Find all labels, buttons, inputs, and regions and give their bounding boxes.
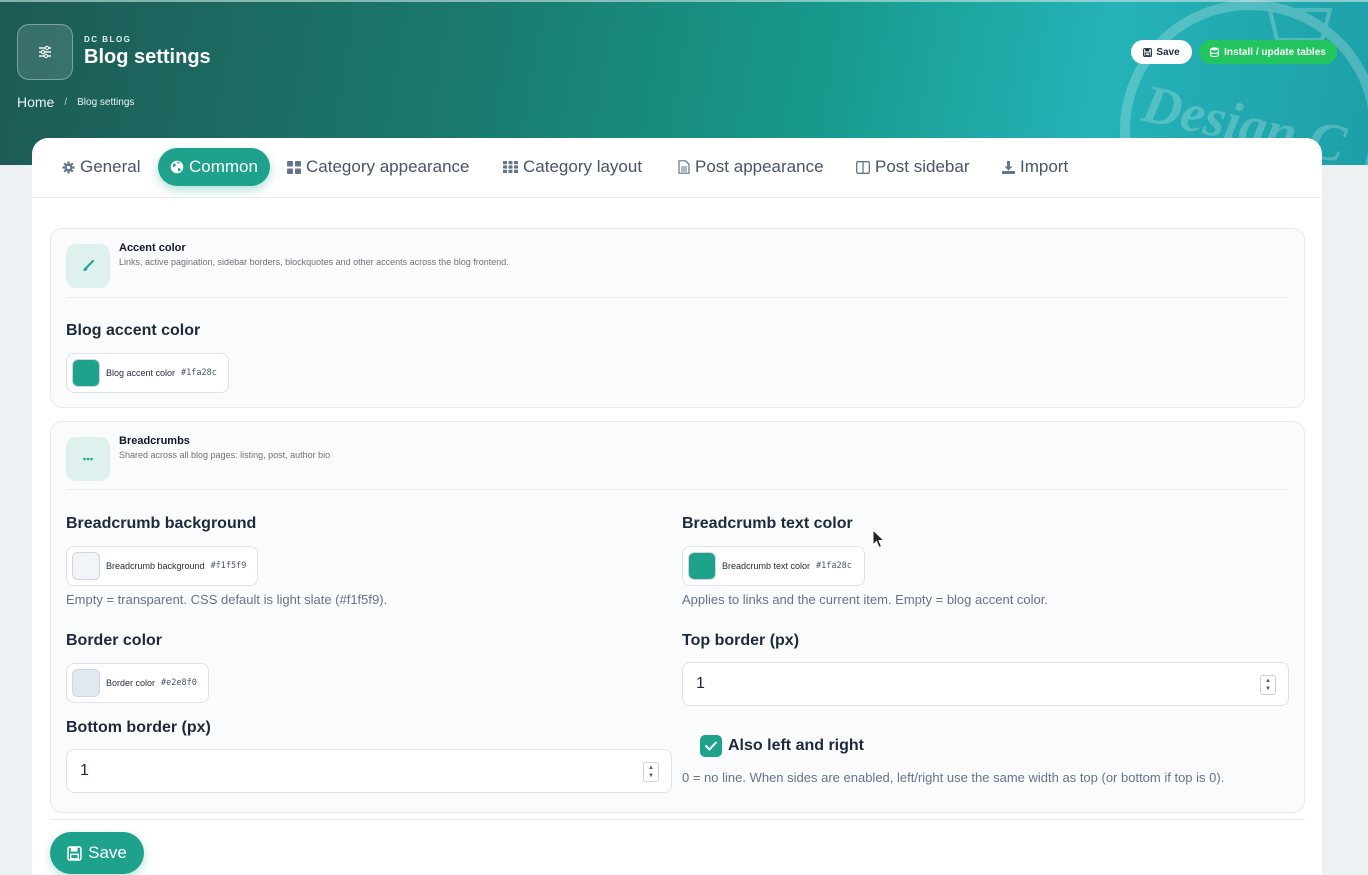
breadcrumb-background-picker[interactable]: Breadcrumb background #f1f5f9 xyxy=(66,546,258,586)
sides-help: 0 = no line. When sides are enabled, lef… xyxy=(682,770,1225,785)
also-left-right-toggle[interactable]: Also left and right xyxy=(700,735,864,757)
border-color-name: Border color xyxy=(106,678,156,688)
bottom-border-value: 1 xyxy=(80,762,89,779)
tab-post-sidebar-label: Post sidebar xyxy=(875,157,970,176)
breadcrumb: Home / Blog settings xyxy=(17,94,134,110)
globe-icon xyxy=(170,160,184,174)
blog-accent-color-swatch[interactable] xyxy=(72,359,100,387)
floppy-disk-icon xyxy=(1143,47,1153,57)
tab-category-appearance[interactable]: Category appearance xyxy=(287,148,470,186)
settings-tabs: General Common Category appearance Categ… xyxy=(32,138,1322,198)
border-color-label: Border color xyxy=(66,632,163,649)
top-border-input[interactable]: 1 ▲ ▼ xyxy=(682,662,1289,706)
save-button-label: Save xyxy=(88,843,127,862)
breadcrumbs-section-divider xyxy=(66,489,1289,490)
also-left-right-checkbox[interactable] xyxy=(700,735,722,757)
mouse-cursor-icon xyxy=(872,529,886,549)
accent-section-description: Links, active pagination, sidebar border… xyxy=(119,257,509,267)
breadcrumb-text-color-picker[interactable]: Breadcrumb text color #1fa28c xyxy=(682,546,865,586)
tab-general-label: General xyxy=(80,157,141,176)
paintbrush-icon xyxy=(83,260,94,271)
blog-accent-color-picker[interactable]: Blog accent color #1fa28c xyxy=(66,353,229,393)
breadcrumb-background-hex: #f1f5f9 xyxy=(210,561,247,571)
breadcrumb-home-link[interactable]: Home xyxy=(17,94,54,110)
document-icon xyxy=(678,160,690,174)
tab-post-appearance-label: Post appearance xyxy=(695,157,824,176)
sliders-icon xyxy=(39,45,51,59)
top-border-label: Top border (px) xyxy=(682,632,800,649)
download-icon xyxy=(1002,160,1015,174)
tab-general[interactable]: General xyxy=(62,148,140,186)
tab-post-sidebar[interactable]: Post sidebar xyxy=(856,148,970,186)
tab-post-appearance[interactable]: Post appearance xyxy=(678,148,824,186)
breadcrumbs-section-title: Breadcrumbs xyxy=(119,435,190,447)
breadcrumb-text-color-help: Applies to links and the current item. E… xyxy=(682,592,1048,607)
columns-icon xyxy=(856,160,870,174)
tab-category-appearance-label: Category appearance xyxy=(306,157,470,176)
breadcrumb-background-swatch[interactable] xyxy=(72,552,100,580)
install-update-tables-button[interactable]: Install / update tables xyxy=(1199,40,1337,64)
breadcrumb-background-name: Breadcrumb background xyxy=(106,561,205,571)
tab-import-label: Import xyxy=(1020,157,1069,176)
grid-3x3-icon xyxy=(503,161,518,173)
blog-accent-color-hex: #1fa28c xyxy=(181,368,217,378)
gear-icon xyxy=(62,160,75,174)
tab-import[interactable]: Import xyxy=(1002,148,1068,186)
breadcrumb-text-color-name: Breadcrumb text color xyxy=(722,561,811,571)
app-icon-tile xyxy=(17,24,73,80)
app-kicker: DC BLOG xyxy=(84,35,132,44)
save-button[interactable]: Save xyxy=(50,832,144,874)
border-color-picker[interactable]: Border color #e2e8f0 xyxy=(66,663,209,703)
blog-accent-color-name: Blog accent color xyxy=(106,368,176,378)
bottom-border-input[interactable]: 1 ▲ ▼ xyxy=(66,749,672,793)
ellipsis-icon xyxy=(83,457,93,461)
blog-accent-color-label: Blog accent color xyxy=(66,322,201,339)
breadcrumbs-section: Breadcrumbs Shared across all blog pages… xyxy=(50,421,1305,813)
also-left-right-label: Also left and right xyxy=(728,737,864,754)
breadcrumb-background-label: Breadcrumb background xyxy=(66,515,257,532)
settings-card: General Common Category appearance Categ… xyxy=(32,138,1322,875)
bottom-border-label: Bottom border (px) xyxy=(66,719,211,736)
border-color-hex: #e2e8f0 xyxy=(161,678,197,688)
floppy-disk-icon xyxy=(67,845,82,861)
tab-common-label: Common xyxy=(189,157,258,176)
header-save-button[interactable]: Save xyxy=(1131,40,1192,64)
database-icon xyxy=(1210,47,1220,57)
breadcrumb-text-color-label: Breadcrumb text color xyxy=(682,515,853,532)
top-border-value: 1 xyxy=(696,675,705,692)
tab-category-layout-label: Category layout xyxy=(523,157,643,176)
header-save-label: Save xyxy=(1156,46,1180,58)
accent-section-icon-tile xyxy=(66,244,110,288)
breadcrumbs-section-description: Shared across all blog pages: listing, p… xyxy=(119,450,331,460)
footer-divider xyxy=(50,819,1305,820)
accent-color-section: Accent color Links, active pagination, s… xyxy=(50,228,1305,408)
tab-common[interactable]: Common xyxy=(158,148,270,186)
border-color-swatch[interactable] xyxy=(72,669,100,697)
page-title: Blog settings xyxy=(84,46,211,68)
bottom-border-stepper[interactable]: ▲ ▼ xyxy=(643,762,659,782)
tab-category-layout[interactable]: Category layout xyxy=(503,148,642,186)
breadcrumb-background-help: Empty = transparent. CSS default is ligh… xyxy=(66,592,388,607)
breadcrumb-text-color-hex: #1fa28c xyxy=(816,561,852,571)
accent-section-title: Accent color xyxy=(119,242,186,254)
breadcrumb-text-color-swatch[interactable] xyxy=(688,552,716,580)
install-update-tables-label: Install / update tables xyxy=(1224,46,1326,58)
checkmark-icon xyxy=(705,741,717,751)
top-border-stepper[interactable]: ▲ ▼ xyxy=(1260,675,1276,695)
grid-2x2-icon xyxy=(287,160,301,174)
breadcrumbs-section-icon-tile xyxy=(66,437,110,481)
breadcrumb-separator: / xyxy=(64,96,68,108)
accent-section-divider xyxy=(66,297,1289,298)
breadcrumb-current: Blog settings xyxy=(77,96,135,108)
